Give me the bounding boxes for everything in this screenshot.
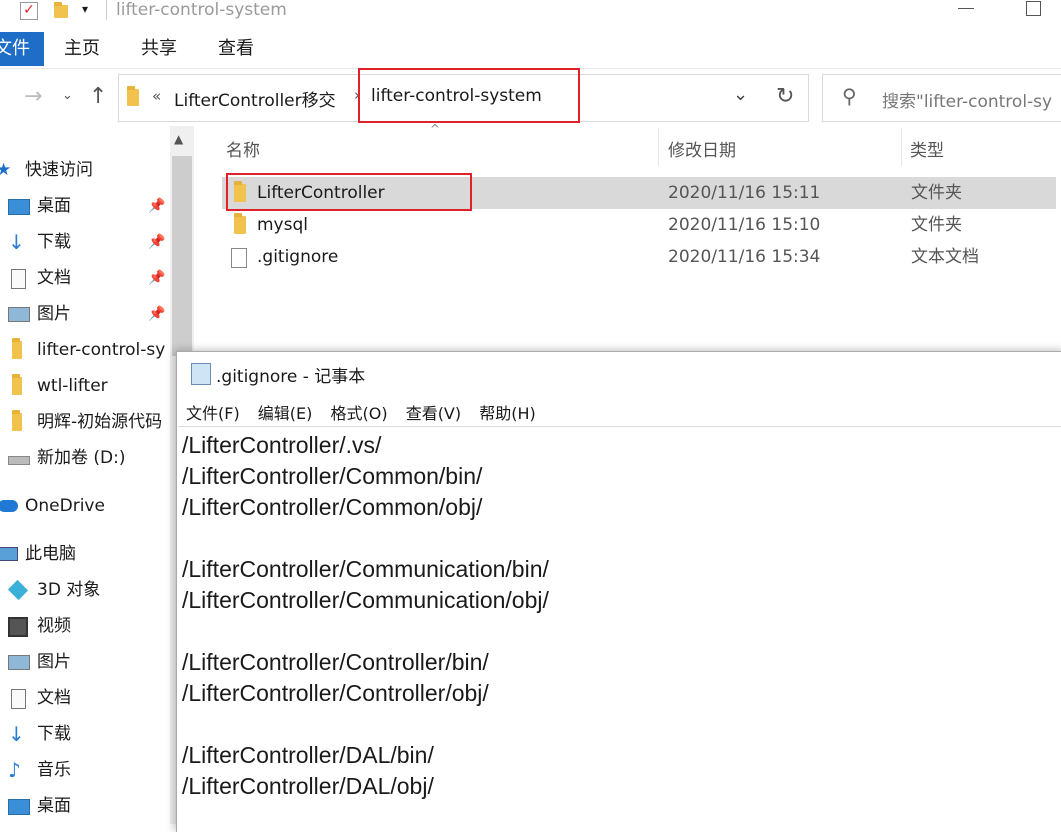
breadcrumb-separator: «: [152, 87, 162, 105]
menu-divider: [178, 426, 1061, 427]
text-file-icon: [231, 248, 247, 268]
tab-view[interactable]: 查看: [218, 32, 254, 66]
forward-icon[interactable]: →: [24, 84, 42, 109]
file-date: 2020/11/16 15:10: [668, 215, 821, 235]
address-dropdown-icon[interactable]: ⌄: [733, 84, 748, 105]
menu-format[interactable]: 格式(O): [331, 404, 388, 423]
computer-icon: [0, 547, 18, 561]
address-folder-icon: [127, 86, 139, 106]
column-header-name[interactable]: 名称: [226, 136, 260, 161]
notepad-text-area[interactable]: /LifterController/.vs/ /LifterController…: [182, 430, 549, 802]
file-name: .gitignore: [257, 247, 339, 267]
file-date: 2020/11/16 15:34: [668, 247, 821, 267]
scroll-up-icon[interactable]: ▲: [174, 132, 183, 146]
breadcrumb-parent[interactable]: LifterController移交: [174, 86, 336, 111]
sidebar-item-label: 图片: [37, 304, 71, 324]
sidebar-item-label: 视频: [37, 616, 71, 636]
menu-view[interactable]: 查看(V): [406, 404, 461, 423]
pin-icon[interactable]: 📌: [148, 226, 165, 258]
sidebar-item-label: 文档: [37, 688, 71, 708]
scrollbar-thumb[interactable]: [172, 156, 192, 356]
highlight-box-address: [358, 68, 580, 123]
music-icon: ♪: [8, 758, 21, 782]
sidebar-item-label: wtl-lifter: [37, 376, 108, 396]
cloud-icon: [0, 500, 18, 512]
recent-dropdown-icon[interactable]: ⌄: [62, 88, 73, 103]
picture-icon: [8, 307, 30, 322]
pin-icon[interactable]: 📌: [148, 262, 165, 294]
folder-icon: [12, 410, 22, 431]
search-input[interactable]: 搜索"lifter-control-sy: [882, 87, 1052, 112]
column-divider[interactable]: [658, 128, 659, 166]
file-type: 文本文档: [911, 247, 979, 267]
notepad-title: .gitignore - 记事本: [216, 367, 366, 387]
notepad-icon: [191, 363, 211, 385]
desktop-icon: [8, 799, 30, 815]
sidebar-item-label: 文档: [37, 268, 71, 288]
sidebar-item-label: 3D 对象: [37, 580, 101, 600]
sidebar-item-label: 音乐: [37, 760, 71, 780]
file-name: mysql: [257, 215, 308, 235]
sidebar-item-label: 下载: [37, 232, 71, 252]
star-icon: ★: [0, 160, 12, 180]
pin-icon[interactable]: 📌: [148, 190, 165, 222]
file-row[interactable]: .gitignore 2020/11/16 15:34 文本文档: [222, 241, 1056, 273]
sidebar-item-label: 明辉-初始源代码: [37, 412, 163, 432]
window-title: lifter-control-system: [116, 0, 287, 20]
column-divider[interactable]: [901, 128, 902, 166]
minimize-button[interactable]: [958, 8, 974, 9]
up-icon[interactable]: ↑: [89, 84, 107, 109]
checkbox-icon[interactable]: ✓: [20, 2, 38, 20]
file-row[interactable]: mysql 2020/11/16 15:10 文件夹: [222, 209, 1056, 241]
picture-icon: [8, 655, 30, 670]
title-separator: [106, 0, 107, 20]
column-header-date[interactable]: 修改日期: [668, 136, 736, 161]
sidebar-item-label: 下载: [37, 724, 71, 744]
tab-home[interactable]: 主页: [64, 32, 100, 66]
tab-file[interactable]: 文件: [0, 32, 44, 66]
sort-indicator-icon: ^: [430, 122, 441, 136]
sidebar-item-label: lifter-control-sy: [37, 340, 166, 360]
sidebar-item-label: 图片: [37, 652, 71, 672]
folder-icon: [234, 213, 246, 234]
sidebar-item-label: 此电脑: [25, 544, 76, 564]
highlight-box-folder: [226, 173, 472, 211]
pin-icon[interactable]: 📌: [148, 298, 165, 330]
sidebar-item-label: 快速访问: [25, 160, 93, 180]
sidebar-item-label: OneDrive: [25, 496, 105, 516]
drive-icon: [8, 456, 30, 465]
refresh-icon: ↻: [776, 84, 795, 109]
menu-edit[interactable]: 编辑(E): [258, 404, 313, 423]
video-icon: [8, 617, 28, 637]
file-date: 2020/11/16 15:11: [668, 183, 821, 203]
download-icon: ↓: [8, 230, 25, 254]
maximize-button[interactable]: [1026, 1, 1041, 16]
search-icon: ⚲: [842, 84, 857, 108]
document-icon: [11, 269, 26, 289]
folder-icon: [12, 338, 22, 359]
dropdown-icon[interactable]: ▾: [82, 2, 88, 16]
file-type: 文件夹: [911, 183, 962, 203]
desktop-icon: [8, 199, 30, 215]
download-icon: ↓: [8, 722, 25, 746]
column-header-type[interactable]: 类型: [910, 136, 944, 161]
folder-icon[interactable]: [54, 2, 68, 18]
sidebar-item-label: 桌面: [37, 196, 71, 216]
menu-help[interactable]: 帮助(H): [479, 404, 536, 423]
sidebar-item-label: 新加卷 (D:): [37, 448, 126, 468]
sidebar-item-label: 桌面: [37, 796, 71, 816]
menu-file[interactable]: 文件(F): [186, 404, 240, 423]
folder-icon: [12, 374, 22, 395]
tab-share[interactable]: 共享: [141, 32, 177, 66]
file-type: 文件夹: [911, 215, 962, 235]
notepad-menu-bar: 文件(F) 编辑(E) 格式(O) 查看(V) 帮助(H): [186, 400, 549, 424]
document-icon: [11, 689, 26, 709]
